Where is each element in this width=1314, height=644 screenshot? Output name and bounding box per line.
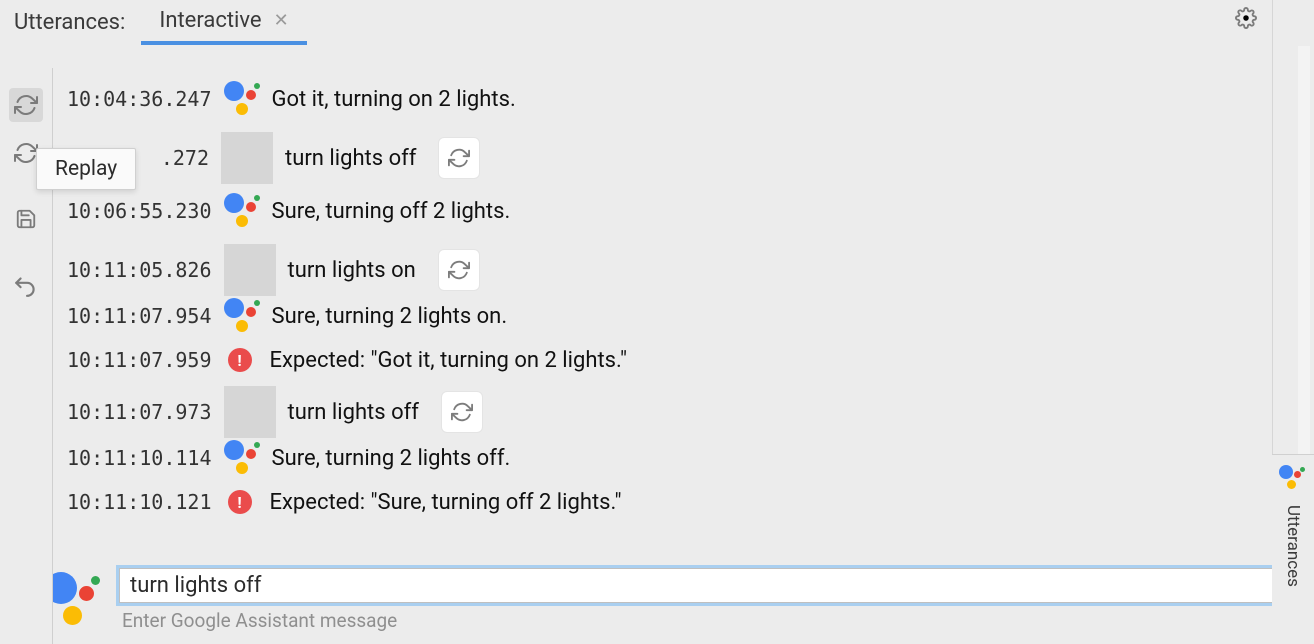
assistant-logo-icon [224, 440, 260, 476]
message-text: Sure, turning 2 lights on. [272, 304, 508, 329]
assistant-logo-icon [224, 193, 260, 229]
left-tool-gutter: Replay [0, 46, 52, 644]
input-helper-text: Enter Google Assistant message [119, 609, 1300, 632]
right-side-rail: Utterances [1272, 0, 1314, 644]
log-row: .272 turn lights off [67, 132, 1274, 184]
undo-icon [13, 272, 39, 298]
log-row: 10:04:36.247 Got it, turning on 2 lights… [67, 74, 1274, 124]
log-row: 10:11:10.114 Sure, turning 2 lights off. [67, 440, 1274, 476]
timestamp: 10:11:05.826 [67, 258, 212, 282]
replay-utterance-button[interactable] [438, 137, 480, 179]
scrollbar[interactable] [1298, 46, 1310, 454]
error-icon: ! [228, 348, 252, 372]
replay-utterance-button[interactable] [441, 391, 483, 433]
rail-tab-label: Utterances [1283, 505, 1303, 587]
assistant-logo-icon [52, 572, 101, 628]
save-button[interactable] [9, 202, 43, 236]
message-input-bar: Enter Google Assistant message [53, 548, 1314, 644]
undo-button[interactable] [9, 268, 43, 302]
replay-utterance-button[interactable] [438, 249, 480, 291]
refresh-icon [448, 259, 470, 281]
conversation-log[interactable]: 10:04:36.247 Got it, turning on 2 lights… [67, 68, 1314, 548]
timestamp: 10:11:10.114 [67, 446, 212, 470]
gear-icon [1235, 7, 1257, 29]
message-text: turn lights on [288, 258, 416, 283]
panel-title: Utterances: [12, 0, 141, 45]
close-tab-icon[interactable]: ✕ [274, 12, 289, 30]
user-avatar [221, 132, 273, 184]
tab-strip: Utterances: Interactive ✕ [0, 0, 1314, 46]
save-icon [15, 208, 37, 230]
error-icon: ! [228, 490, 252, 514]
message-input[interactable] [119, 568, 1300, 603]
timestamp: 10:04:36.247 [67, 87, 212, 111]
message-text: Expected: "Sure, turning off 2 lights." [270, 490, 622, 515]
assistant-logo-icon [224, 298, 260, 334]
tab-label: Interactive [159, 8, 261, 33]
timestamp: 10:11:07.954 [67, 304, 212, 328]
message-text: Expected: "Got it, turning on 2 lights." [270, 348, 628, 373]
tab-interactive[interactable]: Interactive ✕ [141, 0, 306, 45]
refresh-icon [14, 141, 38, 165]
timestamp: 10:11:10.121 [67, 490, 212, 514]
log-row: 10:11:10.121 ! Expected: "Sure, turning … [67, 484, 1274, 520]
log-row: 10:11:07.973 turn lights off [67, 386, 1274, 438]
log-row: 10:11:07.954 Sure, turning 2 lights on. [67, 298, 1274, 334]
timestamp: 10:11:07.959 [67, 348, 212, 372]
timestamp: 10:11:07.973 [67, 400, 212, 424]
message-text: turn lights off [288, 400, 419, 425]
log-row: 10:11:07.959 ! Expected: "Got it, turnin… [67, 342, 1274, 378]
assistant-logo-icon [1279, 465, 1307, 493]
replay-button[interactable] [9, 88, 43, 122]
log-row: 10:06:55.230 Sure, turning off 2 lights. [67, 186, 1274, 236]
refresh-icon [451, 401, 473, 423]
message-text: Sure, turning off 2 lights. [272, 199, 511, 224]
conversation-panel: 10:04:36.247 Got it, turning on 2 lights… [52, 68, 1314, 644]
user-avatar [224, 244, 276, 296]
settings-button[interactable] [1234, 6, 1258, 30]
message-text: Got it, turning on 2 lights. [272, 87, 516, 112]
refresh-icon [448, 147, 470, 169]
timestamp: 10:06:55.230 [67, 199, 212, 223]
replay-tooltip: Replay [36, 148, 136, 190]
refresh-icon [14, 93, 38, 117]
utterances-rail-tab[interactable]: Utterances [1272, 454, 1314, 644]
user-avatar [224, 386, 276, 438]
assistant-logo-icon [224, 81, 260, 117]
workspace: Replay 10:04:36.247 Got it, turning on 2… [0, 46, 1314, 644]
message-text: turn lights off [285, 146, 416, 171]
message-text: Sure, turning 2 lights off. [272, 446, 511, 471]
log-row: 10:11:05.826 turn lights on [67, 244, 1274, 296]
